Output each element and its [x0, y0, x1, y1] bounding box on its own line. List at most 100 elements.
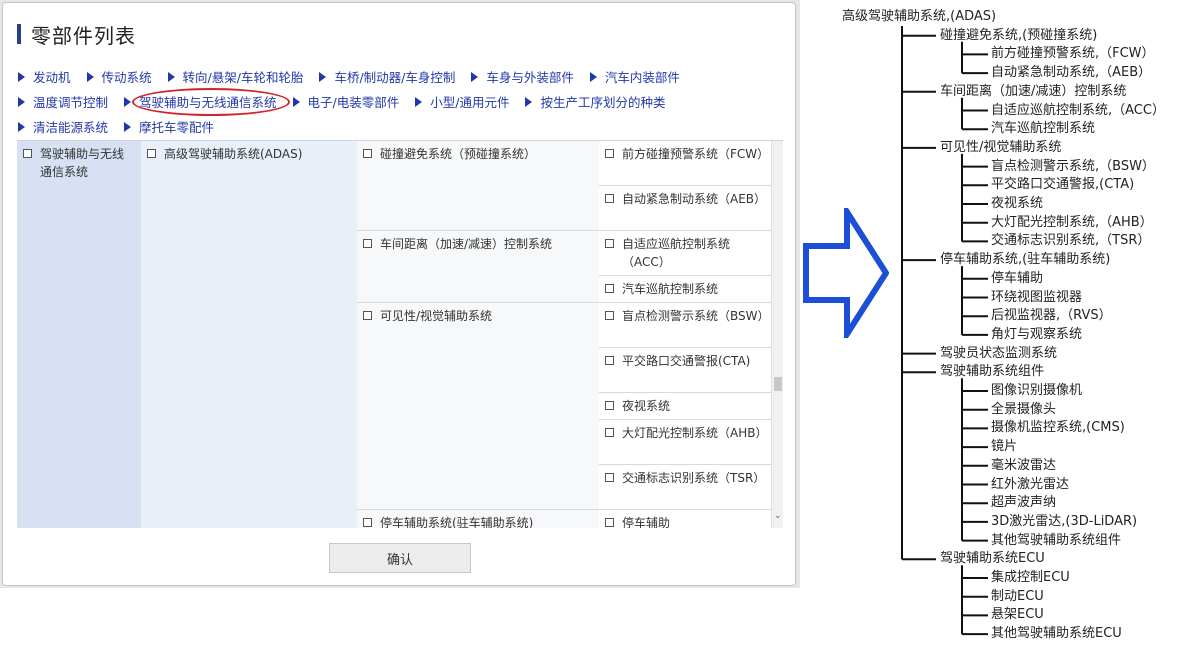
- level4-item-cell[interactable]: 自动紧急制动系统（AEB）: [599, 186, 771, 231]
- checkbox-icon[interactable]: [605, 518, 614, 527]
- level4-label: 自适应巡航控制系统（ACC）: [622, 237, 731, 269]
- level3-group-cell[interactable]: 停车辅助系统(驻车辅助系统): [357, 510, 599, 528]
- level4-item-cell[interactable]: 自适应巡航控制系统（ACC）: [599, 231, 771, 276]
- tree-leaf-node: 摄像机监控系统,(CMS): [991, 420, 1125, 436]
- tree-leaf-node: 集成控制ECU: [991, 570, 1070, 585]
- big-right-arrow-icon: [803, 208, 889, 338]
- level4-item-cell[interactable]: 平交路口交通警报(CTA): [599, 348, 771, 393]
- scroll-down-icon[interactable]: ⌄: [774, 511, 782, 521]
- checkbox-icon[interactable]: [363, 311, 372, 320]
- checkbox-icon[interactable]: [23, 149, 32, 158]
- level3-cell-text: 碰撞避免系统（预碰撞系统）: [357, 141, 599, 163]
- category-link-label: 发动机: [33, 70, 71, 85]
- tree-branch-node: 车间距离（加速/减速）控制系统: [940, 83, 1127, 99]
- triangle-right-icon: [18, 96, 25, 107]
- triangle-right-icon: [18, 121, 25, 132]
- checkbox-icon[interactable]: [605, 401, 614, 410]
- checkbox-icon[interactable]: [363, 149, 372, 158]
- level3-cell-text: 停车辅助系统(驻车辅助系统): [357, 510, 599, 528]
- tree-leaf-node: 图像识别摄像机: [991, 383, 1083, 398]
- level4-label: 大灯配光控制系统（AHB）: [622, 426, 768, 440]
- level4-item-cell[interactable]: 停车辅助: [599, 510, 771, 528]
- checkbox-icon[interactable]: [605, 473, 614, 482]
- tree-leaf-node: 后视监视器,（RVS）: [991, 308, 1112, 324]
- tree-branch-node: 驾驶辅助系统组件: [940, 364, 1045, 380]
- tree-leaf-node: 大灯配光控制系统,（AHB）: [991, 214, 1153, 230]
- level4-label: 平交路口交通警报(CTA): [622, 354, 751, 368]
- level3-group-cell[interactable]: 可见性/视觉辅助系统: [357, 303, 599, 510]
- tree-leaf-node: 汽车巡航控制系统: [991, 121, 1096, 137]
- category-link-label: 转向/悬架/车轮和轮胎: [182, 70, 304, 85]
- category-link[interactable]: 按生产工序划分的种类: [525, 92, 665, 111]
- checkbox-icon[interactable]: [605, 356, 614, 365]
- checkbox-icon[interactable]: [147, 149, 156, 158]
- level4-item-cell[interactable]: 盲点检测警示系统（BSW）: [599, 303, 771, 348]
- tree-leaf-node: 悬架ECU: [991, 607, 1044, 623]
- category-link-label: 摩托车零配件: [139, 120, 215, 135]
- category-link[interactable]: 温度调节控制: [18, 92, 108, 111]
- category-link-label: 传动系统: [101, 70, 152, 85]
- checkbox-icon[interactable]: [605, 284, 614, 293]
- category-link[interactable]: 车桥/制动器/车身控制: [319, 67, 455, 86]
- checkbox-icon[interactable]: [363, 239, 372, 248]
- tree-branch-node: 驾驶员状态监测系统: [940, 345, 1058, 361]
- tree-leaf-node: 毫米波雷达: [991, 457, 1057, 473]
- title-accent-bar: [17, 24, 21, 44]
- category-link[interactable]: 电子/电装零部件: [292, 92, 399, 111]
- level4-item-cell[interactable]: 交通标志识别系统（TSR）: [599, 465, 771, 510]
- level4-item-cell[interactable]: 汽车巡航控制系统: [599, 276, 771, 303]
- triangle-right-icon: [86, 71, 94, 82]
- tree-leaf-node: 自动紧急制动系统,（AEB）: [991, 65, 1152, 81]
- level4-cell-text: 夜视系统: [599, 393, 771, 415]
- category-link[interactable]: 清洁能源系统: [18, 117, 108, 136]
- level1-cell[interactable]: 驾驶辅助与无线通信系统: [17, 141, 141, 181]
- triangle-right-icon: [167, 71, 175, 82]
- scrollbar-thumb[interactable]: [774, 377, 782, 391]
- category-row-1: 发动机 传动系统 转向/悬架/车轮和轮胎 车桥/制动器/车身控制 车身与外装部件 汽车内装…: [18, 64, 788, 89]
- level3-cell-text: 车间距离（加速/减速）控制系统: [357, 231, 599, 253]
- category-link-label: 车身与外装部件: [486, 70, 574, 85]
- level4-item-cell[interactable]: 夜视系统: [599, 393, 771, 420]
- level3-label: 停车辅助系统(驻车辅助系统): [380, 516, 534, 528]
- level3-group-cell[interactable]: 碰撞避免系统（预碰撞系统）: [357, 141, 599, 231]
- level3-group-cell[interactable]: 车间距离（加速/减速）控制系统: [357, 231, 599, 303]
- category-link[interactable]: 汽车内装部件: [589, 67, 680, 86]
- checkbox-icon[interactable]: [363, 518, 372, 527]
- tree-leaf-node: 前方碰撞预警系统,（FCW）: [991, 46, 1155, 62]
- triangle-right-icon: [319, 71, 327, 82]
- tree-leaf-node: 超声波声纳: [991, 495, 1057, 511]
- level3-label: 碰撞避免系统（预碰撞系统）: [380, 147, 537, 161]
- category-link-label: 车桥/制动器/车身控制: [334, 70, 456, 85]
- checkbox-icon[interactable]: [605, 311, 614, 320]
- triangle-right-icon: [18, 71, 25, 82]
- category-link[interactable]: 传动系统: [86, 67, 152, 86]
- level4-item-cell[interactable]: 大灯配光控制系统（AHB）: [599, 420, 771, 465]
- confirm-button[interactable]: 确认: [329, 543, 471, 573]
- category-link[interactable]: 摩托车零配件: [124, 117, 214, 136]
- triangle-right-icon: [124, 121, 132, 132]
- table-scrollbar[interactable]: ⌄: [771, 141, 783, 528]
- checkbox-icon[interactable]: [605, 149, 614, 158]
- level2-cell[interactable]: 高级驾驶辅助系统(ADAS): [141, 141, 357, 163]
- category-link[interactable]: 转向/悬架/车轮和轮胎: [167, 67, 304, 86]
- level3-label: 可见性/视觉辅助系统: [380, 309, 493, 323]
- checkbox-icon[interactable]: [605, 428, 614, 437]
- triangle-right-icon: [292, 96, 300, 107]
- level4-cell-text: 汽车巡航控制系统: [599, 276, 771, 298]
- tree-leaf-node: 角灯与观察系统: [991, 326, 1083, 342]
- category-link[interactable]: 小型/通用元件: [415, 92, 509, 111]
- triangle-right-icon: [471, 71, 479, 82]
- tree-leaf-node: 自适应巡航控制系统,（ACC）: [991, 102, 1165, 118]
- triangle-right-icon: [525, 96, 533, 107]
- category-link[interactable]: 发动机: [18, 67, 71, 86]
- level4-item-cell[interactable]: 前方碰撞预警系统（FCW）: [599, 141, 771, 186]
- level4-label: 前方碰撞预警系统（FCW）: [622, 147, 770, 161]
- tree-leaf-node: 交通标志识别系统,（TSR）: [991, 233, 1151, 249]
- category-link[interactable]: 车身与外装部件: [471, 67, 574, 86]
- checkbox-icon[interactable]: [605, 194, 614, 203]
- tree-leaf-node: 夜视系统: [991, 196, 1044, 211]
- level1-label: 驾驶辅助与无线通信系统: [40, 147, 125, 179]
- checkbox-icon[interactable]: [605, 239, 614, 248]
- category-link-label: 温度调节控制: [33, 95, 109, 110]
- level2-label: 高级驾驶辅助系统(ADAS): [164, 147, 303, 161]
